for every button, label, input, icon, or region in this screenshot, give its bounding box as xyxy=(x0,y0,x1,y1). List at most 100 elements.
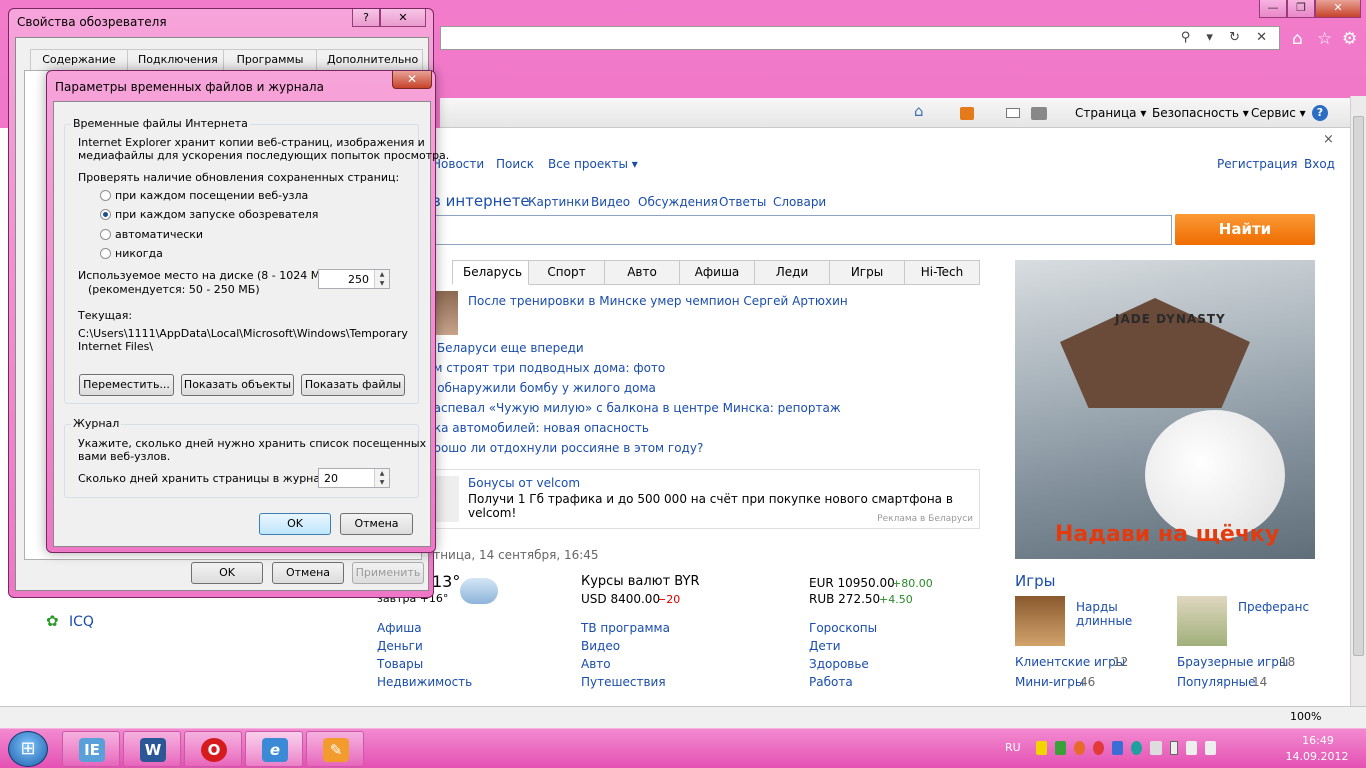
link-tv[interactable]: ТВ программа xyxy=(581,621,670,639)
tray-icon[interactable] xyxy=(1093,741,1105,755)
apply-button[interactable]: Применить xyxy=(352,562,424,584)
days-stepper[interactable]: 20 ▲ ▼ xyxy=(318,468,390,488)
game1-link[interactable]: Нарды длинные xyxy=(1076,600,1146,628)
clock-time[interactable]: 16:49 xyxy=(1286,734,1350,747)
zoom-level[interactable]: 100% xyxy=(1290,710,1321,723)
news-item[interactable]: распевал «Чужую милую» с балкона в центр… xyxy=(426,401,841,415)
popular-games-link[interactable]: Популярные xyxy=(1177,675,1256,689)
radio-automatic[interactable] xyxy=(100,229,111,240)
browser-games-link[interactable]: Браузерные игры xyxy=(1177,655,1288,669)
news-item[interactable]: пка автомобилей: новая опасность xyxy=(426,421,649,435)
restore-button[interactable]: ❐ xyxy=(1287,0,1315,18)
ad-title[interactable]: Бонусы от velcom xyxy=(468,476,580,490)
tray-icon[interactable] xyxy=(1131,741,1143,755)
home-icon[interactable]: ⌂ xyxy=(914,102,924,120)
search-input[interactable] xyxy=(432,215,1172,245)
language-indicator[interactable]: RU xyxy=(1005,741,1021,754)
taskbar-app-ie[interactable]: e xyxy=(245,731,303,767)
nav-login[interactable]: Вход xyxy=(1304,157,1335,171)
headline-link[interactable]: После тренировки в Минске умер чемпион С… xyxy=(468,294,848,308)
game2-link[interactable]: Преферанс xyxy=(1238,600,1309,614)
search-button[interactable]: Найти xyxy=(1175,214,1315,245)
cancel-button[interactable]: Отмена xyxy=(340,513,413,535)
close-button[interactable]: ✕ xyxy=(380,9,426,27)
security-menu[interactable]: Безопасность ▾ xyxy=(1152,106,1249,120)
page-scrollbar[interactable] xyxy=(1350,96,1366,706)
search-mode-web[interactable]: в интернете xyxy=(432,192,530,210)
disk-space-stepper[interactable]: 250 ▲ ▼ xyxy=(318,269,390,289)
link-money[interactable]: Деньги xyxy=(377,639,472,657)
tray-icon[interactable] xyxy=(1112,741,1124,755)
clock-date[interactable]: 14.09.2012 xyxy=(1282,750,1352,763)
tab-auto[interactable]: Авто xyxy=(605,260,680,285)
search-mode-dictionaries[interactable]: Словари xyxy=(773,195,826,209)
home-icon[interactable]: ⌂ xyxy=(1292,29,1303,49)
ok-button[interactable]: OK xyxy=(191,562,263,584)
tab-hitech[interactable]: Hi-Tech xyxy=(905,260,980,285)
nav-all-projects[interactable]: Все проекты ▾ xyxy=(548,157,638,171)
search-mode-images[interactable]: Картинки xyxy=(528,195,589,209)
search-mode-video[interactable]: Видео xyxy=(591,195,630,209)
game1-image[interactable] xyxy=(1015,596,1065,646)
taskbar-app-ie-old[interactable]: IE xyxy=(62,731,120,767)
minimize-button[interactable]: — xyxy=(1259,0,1287,18)
tab-games[interactable]: Игры xyxy=(830,260,905,285)
close-button[interactable]: ✕ xyxy=(392,71,432,89)
tray-icon[interactable] xyxy=(1055,741,1067,755)
address-icons[interactable]: ⚲ ▾ ↻ ✕ xyxy=(1181,30,1273,45)
tab-advanced[interactable]: Дополнительно xyxy=(317,49,423,71)
news-item[interactable]: е обнаружили бомбу у жилого дома xyxy=(426,381,656,395)
nav-search[interactable]: Поиск xyxy=(496,157,534,171)
tab-programs[interactable]: Программы xyxy=(224,49,317,71)
taskbar-app-editor[interactable]: ✎ xyxy=(306,731,364,767)
stepper-value[interactable]: 250 xyxy=(348,273,369,286)
help-button[interactable]: ? xyxy=(352,9,380,27)
taskbar-app-opera[interactable]: O xyxy=(184,731,242,767)
link-goods[interactable]: Товары xyxy=(377,657,472,675)
link-auto[interactable]: Авто xyxy=(581,657,670,675)
link-travel[interactable]: Путешествия xyxy=(581,675,670,693)
ok-button[interactable]: OK xyxy=(259,513,331,535)
flag-icon[interactable] xyxy=(1150,741,1162,755)
radio-label[interactable]: никогда xyxy=(115,247,163,260)
view-files-button[interactable]: Показать файлы xyxy=(301,374,405,396)
tab-afisha[interactable]: Афиша xyxy=(680,260,755,285)
radio-every-start[interactable] xyxy=(100,209,111,220)
close-button[interactable]: ✕ xyxy=(1315,0,1361,18)
tab-connections[interactable]: Подключения xyxy=(128,49,224,71)
tab-content[interactable]: Содержание xyxy=(30,49,128,71)
link-realty[interactable]: Недвижимость xyxy=(377,675,472,693)
link-kids[interactable]: Дети xyxy=(809,639,877,657)
radio-never[interactable] xyxy=(100,248,111,259)
game-banner[interactable]: JADE DYNASTY Надави на щёчку xyxy=(1015,260,1315,559)
game2-image[interactable] xyxy=(1177,596,1227,646)
client-games-link[interactable]: Клиентские игры xyxy=(1015,655,1125,669)
gear-icon[interactable]: ⚙ xyxy=(1342,29,1357,49)
stepper-arrows-icon[interactable]: ▲ ▼ xyxy=(374,270,389,288)
tray-icon[interactable] xyxy=(1074,741,1086,755)
tab-ladies[interactable]: Леди xyxy=(755,260,830,285)
print-icon[interactable] xyxy=(1031,107,1047,120)
nav-register[interactable]: Регистрация xyxy=(1217,157,1297,171)
link-video[interactable]: Видео xyxy=(581,639,670,657)
start-button[interactable]: ⊞ xyxy=(8,731,48,767)
view-objects-button[interactable]: Показать объекты xyxy=(181,374,294,396)
address-bar[interactable]: ⚲ ▾ ↻ ✕ xyxy=(440,26,1280,50)
search-mode-answers[interactable]: Ответы xyxy=(719,195,766,209)
rss-icon[interactable] xyxy=(960,107,974,120)
help-icon[interactable]: ? xyxy=(1312,105,1328,121)
taskbar-app-word[interactable]: W xyxy=(123,731,181,767)
link-health[interactable]: Здоровье xyxy=(809,657,877,675)
radio-every-visit[interactable] xyxy=(100,190,111,201)
news-item[interactable]: орошо ли отдохнули россияне в этом году? xyxy=(426,441,703,455)
mini-games-link[interactable]: Мини-игры xyxy=(1015,675,1084,689)
link-afisha[interactable]: Афиша xyxy=(377,621,472,639)
mail-icon[interactable] xyxy=(1006,108,1020,118)
volume-icon[interactable] xyxy=(1204,741,1217,755)
stepper-arrows-icon[interactable]: ▲ ▼ xyxy=(374,469,389,487)
news-item[interactable]: в Беларуси еще впереди xyxy=(426,341,584,355)
ad-block[interactable]: Бонусы от velcom Получи 1 Гб трафика и д… xyxy=(432,469,980,529)
favorites-star-icon[interactable]: ☆ xyxy=(1317,29,1332,49)
radio-label[interactable]: при каждом запуске обозревателя xyxy=(115,208,318,221)
scrollbar-thumb[interactable] xyxy=(1353,116,1364,656)
